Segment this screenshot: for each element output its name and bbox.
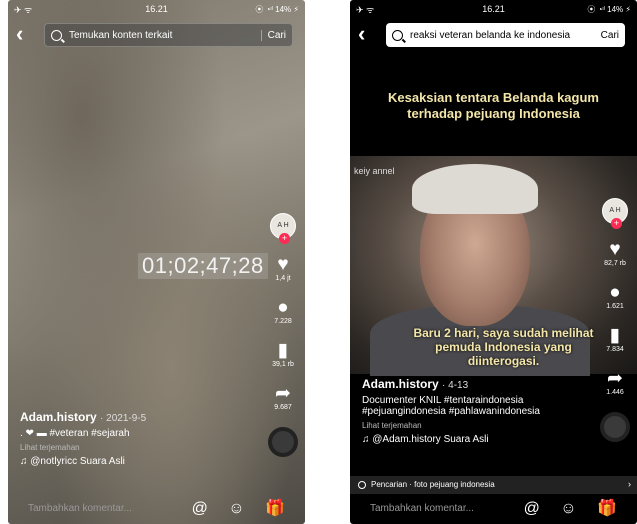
comment-count: 1.621 [606,303,624,310]
search-query[interactable]: reaksi veteran belanda ke indonesia [410,30,595,41]
post-date: · 4-13 [442,380,469,391]
like-button[interactable]: ♥ 1,4 jt [265,254,301,283]
heart-icon: ♥ [609,239,621,260]
comment-count: 7.228 [274,318,292,325]
sound-link[interactable]: ♫ @Adam.history Suara Asli [362,434,592,445]
comment-icon: ● [277,297,289,318]
like-count: 1,4 jt [275,275,291,282]
share-button[interactable]: ➦ 9.687 [265,383,301,412]
comment-input[interactable]: Tambahkan komentar... [370,503,474,514]
post-info: Adam.history · 4-13 Documenter KNIL #ten… [362,377,592,445]
bookmark-icon: ▮ [277,340,289,361]
video-subtitle: Baru 2 hari, saya sudah melihat pemuda I… [413,326,594,368]
post-date: · 2021-9-5 [100,413,147,424]
search-button[interactable]: Cari [260,29,292,41]
video-person-hair [412,164,538,214]
save-count: 7.834 [606,346,624,353]
search-bar: ‹ Temukan konten terkait Cari [8,20,305,50]
status-battery: ⦿ ◔ᶦˡ 14% ⚡ [255,5,299,14]
comment-button[interactable]: ● 7.228 [265,297,301,326]
left-phone-screen: ✈ ᯤ 16.21 ⦿ ◔ᶦˡ 14% ⚡ ‹ Temukan konten t… [8,0,305,524]
music-disc-icon[interactable] [600,412,630,442]
comment-bar: Tambahkan komentar... @ ☺ 🎁 [350,494,637,524]
avatar-text: A H [277,222,289,229]
avatar[interactable]: A H + [602,198,628,229]
follow-plus-icon[interactable]: + [611,218,622,229]
search-icon [392,29,403,41]
chevron-right-icon[interactable]: › [628,479,631,489]
like-count: 82,7 rb [604,260,626,267]
search-button[interactable]: Cari [595,30,625,41]
video-timestamp-overlay: 01;02;47;28 [138,253,268,279]
translate-link[interactable]: Lihat terjemahan [20,443,250,452]
back-icon[interactable]: ‹ [16,22,23,46]
comment-button[interactable]: ● 1.621 [597,282,633,311]
caption: . ❤ ▬ #veteran #sejarah [20,428,130,439]
comment-icon: ● [609,282,621,303]
username[interactable]: Adam.history [20,410,97,424]
translate-link[interactable]: Lihat terjemahan [362,421,592,430]
share-count: 9.687 [274,404,292,411]
search-query[interactable]: Temukan konten terkait [69,30,261,41]
search-input[interactable]: reaksi veteran belanda ke indonesia Cari [386,23,625,47]
related-search-bar[interactable]: Pencarian · foto pejuang indonesia › [350,476,637,494]
video-headline: Kesaksian tentara Belanda kagum terhadap… [388,90,599,121]
comment-bar: Tambahkan komentar... @ ☺ 🎁 [8,494,305,524]
save-button[interactable]: ▮ 7.834 [597,325,633,354]
action-rail: A H + ♥ 82,7 rb ● 1.621 ▮ 7.834 ➦ 1.446 [597,198,633,442]
status-battery: ⦿ ◔ᶦˡ 14% ⚡ [587,5,631,14]
share-count: 1.446 [606,389,624,396]
sound-link[interactable]: ♫ @notlyricc Suara Asli [20,456,250,467]
save-button[interactable]: ▮ 39,1 rb [265,340,301,369]
search-icon [358,480,366,489]
search-icon [51,29,62,41]
share-arrow-icon: ➦ [607,368,623,389]
heart-icon: ♥ [277,254,289,275]
avatar[interactable]: A H + [270,213,296,244]
status-bar: ✈ ᯤ 16.21 ⦿ ◔ᶦˡ 14% ⚡ [350,2,637,18]
share-arrow-icon: ➦ [275,383,291,404]
status-bar: ✈ ᯤ 16.21 ⦿ ◔ᶦˡ 14% ⚡ [8,2,305,18]
right-phone-screen: ✈ ᯤ 16.21 ⦿ ◔ᶦˡ 14% ⚡ ‹ reaksi veteran b… [350,0,637,524]
avatar-text: A H [609,207,621,214]
video-frame[interactable]: keiy annel Baru 2 hari, saya sudah melih… [350,156,637,376]
action-rail: A H + ♥ 1,4 jt ● 7.228 ▮ 39,1 rb ➦ 9.687 [265,213,301,457]
search-bar: ‹ reaksi veteran belanda ke indonesia Ca… [350,20,637,50]
follow-plus-icon[interactable]: + [279,233,290,244]
search-input[interactable]: Temukan konten terkait Cari [44,23,293,47]
comment-actions-icons[interactable]: @ ☺ 🎁 [192,498,293,518]
bookmark-icon: ▮ [609,325,621,346]
username[interactable]: Adam.history [362,377,439,391]
post-info: Adam.history · 2021-9-5 . ❤ ▬ #veteran #… [20,410,250,467]
caption: Documenter KNIL #tentaraindonesia #pejua… [362,395,540,417]
like-button[interactable]: ♥ 82,7 rb [597,239,633,268]
comment-input[interactable]: Tambahkan komentar... [28,503,132,514]
related-search-text[interactable]: Pencarian · foto pejuang indonesia [371,480,495,489]
share-button[interactable]: ➦ 1.446 [597,368,633,397]
comment-actions-icons[interactable]: @ ☺ 🎁 [524,498,625,518]
video-watermark: keiy annel [354,166,395,176]
save-count: 39,1 rb [272,361,294,368]
music-disc-icon[interactable] [268,427,298,457]
back-icon[interactable]: ‹ [358,22,365,46]
